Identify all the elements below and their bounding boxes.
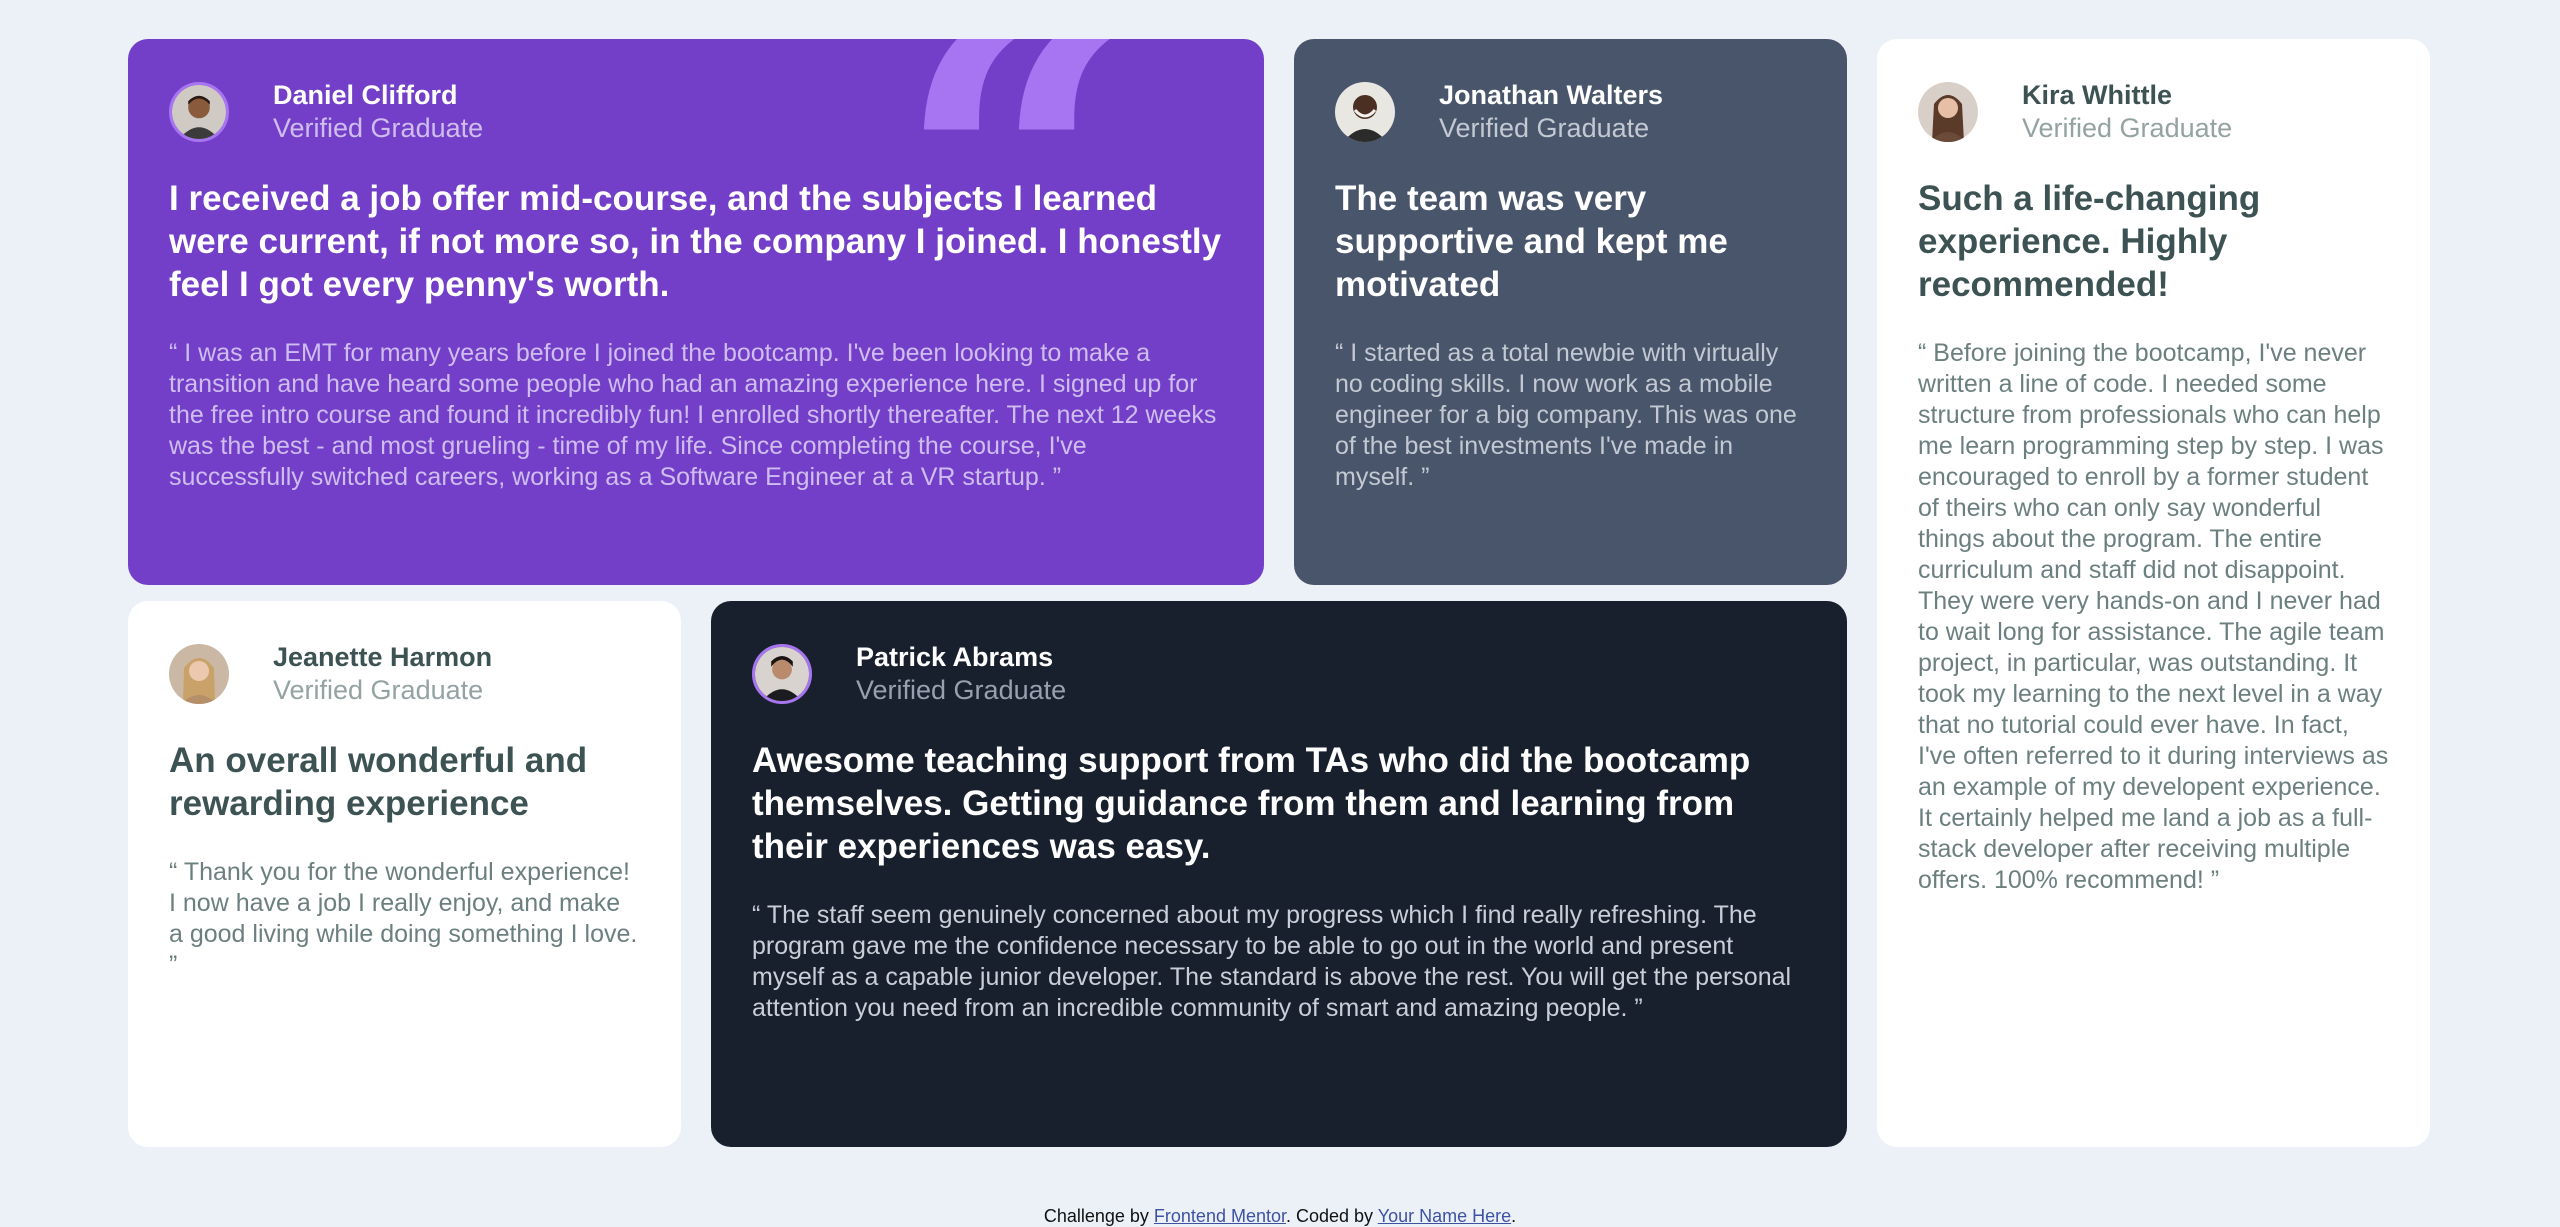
testimonial-headline: Such a life-changing experience. Highly … [1918,179,2261,304]
author-name: Patrick Abrams [856,642,1054,672]
author: Jeanette Harmon Verified Graduate [273,641,492,707]
testimonials-grid: “ Daniel Clifford Verified Graduate I re… [128,39,2430,1147]
attribution-prefix: Challenge by [1043,1206,1154,1226]
testimonial-body: “ Before joining the bootcamp, I've neve… [1918,339,2389,894]
testimonial-headline: Awesome teaching support from TAs who di… [752,741,1751,866]
author-role: Verified Graduate [856,675,1067,705]
card-header: Kira Whittle Verified Graduate [1918,79,2388,145]
testimonial-card-daniel-clifford: “ Daniel Clifford Verified Graduate I re… [128,39,1264,585]
author-role: Verified Graduate [273,675,484,705]
author-name: Daniel Clifford [273,80,458,110]
author-role: Verified Graduate [2022,113,2233,143]
attribution-middle: . Coded by [1286,1206,1378,1226]
attribution-footer: Challenge by Frontend Mentor. Coded by Y… [0,1206,2560,1227]
author: Patrick Abrams Verified Graduate [856,641,1066,707]
avatar [169,82,229,142]
card-header: Patrick Abrams Verified Graduate [752,641,1805,707]
testimonial-body: “ The staff seem genuinely concerned abo… [752,901,1792,1022]
card-header: Jeanette Harmon Verified Graduate [169,641,639,707]
author-link[interactable]: Your Name Here [1378,1206,1511,1226]
avatar [752,644,812,704]
avatar [169,644,229,704]
testimonial-body: “ I was an EMT for many years before I j… [169,339,1217,491]
testimonial-headline: The team was very supportive and kept me… [1335,179,1728,304]
author: Daniel Clifford Verified Graduate [273,79,483,145]
author: Jonathan Walters Verified Graduate [1439,79,1663,145]
testimonial-headline: I received a job offer mid-course, and t… [169,179,1222,304]
testimonial-card-kira-whittle: Kira Whittle Verified Graduate Such a li… [1877,39,2430,1147]
attribution-suffix: . [1511,1206,1517,1226]
author-role: Verified Graduate [273,113,484,143]
testimonial-card-jeanette-harmon: Jeanette Harmon Verified Graduate An ove… [128,601,681,1147]
author-name: Kira Whittle [2022,80,2173,110]
testimonial-body: “ I started as a total newbie with virtu… [1335,339,1797,491]
frontend-mentor-link[interactable]: Frontend Mentor [1154,1206,1286,1226]
avatar [1918,82,1978,142]
card-header: Jonathan Walters Verified Graduate [1335,79,1805,145]
author-role: Verified Graduate [1439,113,1650,143]
testimonial-headline: An overall wonderful and rewarding exper… [169,741,588,823]
testimonial-card-patrick-abrams: Patrick Abrams Verified Graduate Awesome… [711,601,1847,1147]
author: Kira Whittle Verified Graduate [2022,79,2232,145]
card-header: Daniel Clifford Verified Graduate [169,79,1222,145]
author-name: Jeanette Harmon [273,642,493,672]
author-name: Jonathan Walters [1439,80,1664,110]
avatar [1335,82,1395,142]
testimonial-body: “ Thank you for the wonderful experience… [169,858,638,979]
testimonial-card-jonathan-walters: Jonathan Walters Verified Graduate The t… [1294,39,1847,585]
